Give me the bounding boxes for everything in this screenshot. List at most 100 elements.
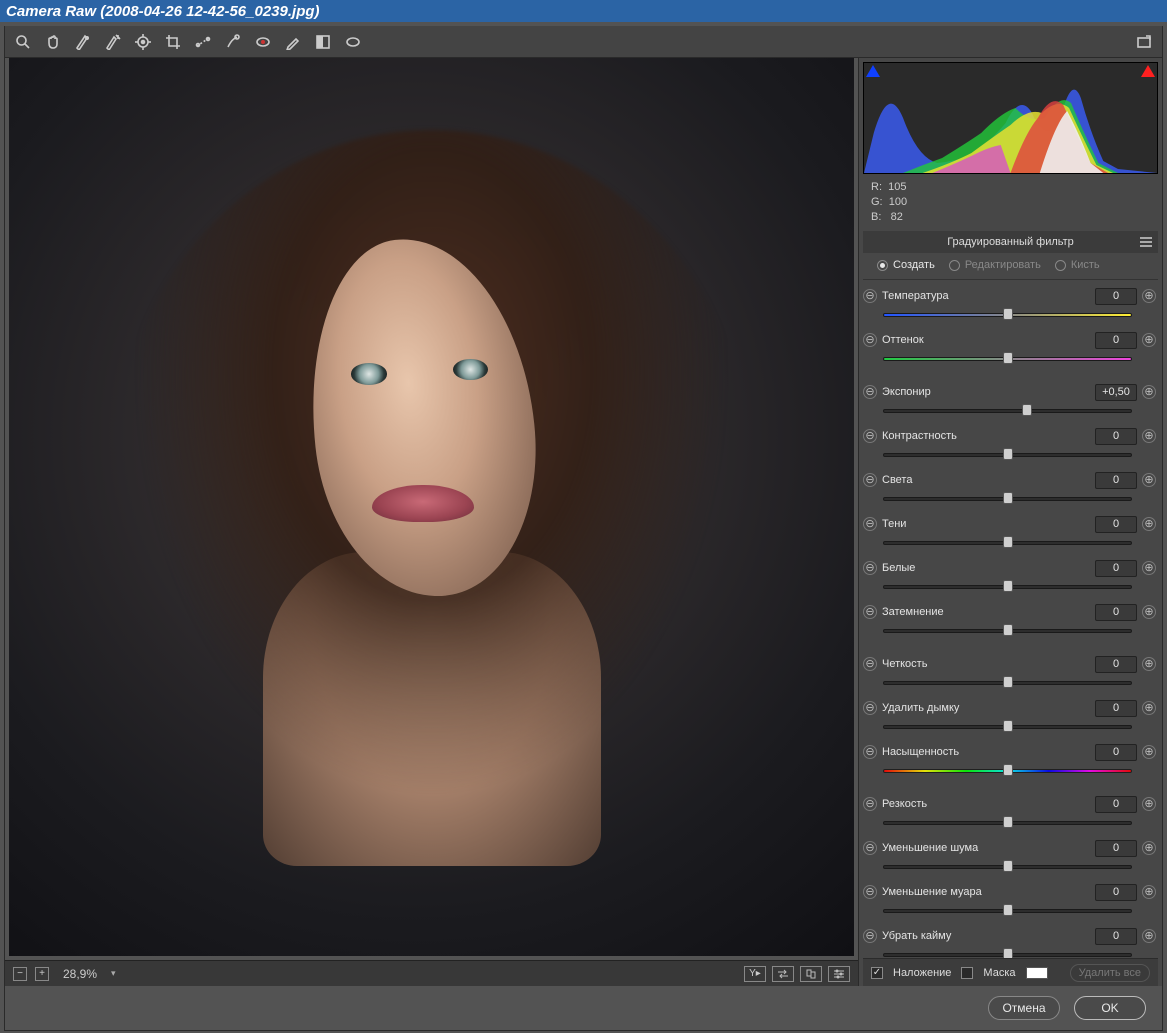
graduated-filter-tool-icon[interactable] xyxy=(313,32,333,52)
value-defringe[interactable]: 0 xyxy=(1095,928,1137,945)
spot-removal-tool-icon[interactable] xyxy=(223,32,243,52)
zoom-in-button[interactable]: + xyxy=(35,967,49,981)
preview-pane: − + 28,9% ▾ Y▸ xyxy=(5,58,859,986)
mode-edit[interactable]: Редактировать xyxy=(949,259,1041,271)
window-title: Camera Raw (2008-04-26 12-42-56_0239.jpg… xyxy=(6,3,320,20)
plus-dehaze[interactable]: ⊕ xyxy=(1142,701,1156,715)
track-tint[interactable] xyxy=(883,354,1132,364)
overlay-checkbox[interactable] xyxy=(871,967,883,979)
adjustment-brush-tool-icon[interactable] xyxy=(283,32,303,52)
minus-whites[interactable]: ⊖ xyxy=(863,561,877,575)
value-sharpness[interactable]: 0 xyxy=(1095,796,1137,813)
zoom-tool-icon[interactable] xyxy=(13,32,33,52)
track-moire[interactable] xyxy=(883,906,1132,916)
histogram[interactable] xyxy=(863,62,1158,174)
plus-exposure[interactable]: ⊕ xyxy=(1142,385,1156,399)
crop-tool-icon[interactable] xyxy=(163,32,183,52)
value-temperature[interactable]: 0 xyxy=(1095,288,1137,305)
hand-tool-icon[interactable] xyxy=(43,32,63,52)
mask-color-swatch[interactable] xyxy=(1026,967,1048,979)
panel-menu-icon[interactable] xyxy=(1140,237,1152,247)
plus-tint[interactable]: ⊕ xyxy=(1142,333,1156,347)
plus-highlights[interactable]: ⊕ xyxy=(1142,473,1156,487)
track-sharpness[interactable] xyxy=(883,818,1132,828)
minus-blacks[interactable]: ⊖ xyxy=(863,605,877,619)
value-highlights[interactable]: 0 xyxy=(1095,472,1137,489)
value-clarity[interactable]: 0 xyxy=(1095,656,1137,673)
zoom-dropdown-icon[interactable]: ▾ xyxy=(111,968,116,979)
track-defringe[interactable] xyxy=(883,950,1132,958)
mask-checkbox[interactable] xyxy=(961,967,973,979)
plus-defringe[interactable]: ⊕ xyxy=(1142,929,1156,943)
white-balance-tool-icon[interactable] xyxy=(73,32,93,52)
track-saturation[interactable] xyxy=(883,766,1132,776)
track-dehaze[interactable] xyxy=(883,722,1132,732)
minus-moire[interactable]: ⊖ xyxy=(863,885,877,899)
mode-brush[interactable]: Кисть xyxy=(1055,259,1100,271)
plus-shadows[interactable]: ⊕ xyxy=(1142,517,1156,531)
targeted-adjust-tool-icon[interactable] xyxy=(133,32,153,52)
plus-sharpness[interactable]: ⊕ xyxy=(1142,797,1156,811)
before-after-toggle[interactable]: Y▸ xyxy=(744,966,766,982)
zoom-level[interactable]: 28,9% xyxy=(57,965,103,983)
value-exposure[interactable]: +0,50 xyxy=(1095,384,1137,401)
ok-button[interactable]: OK xyxy=(1074,996,1146,1020)
plus-contrast[interactable]: ⊕ xyxy=(1142,429,1156,443)
redeye-tool-icon[interactable] xyxy=(253,32,273,52)
fullscreen-toggle-icon[interactable] xyxy=(1134,32,1154,52)
plus-whites[interactable]: ⊕ xyxy=(1142,561,1156,575)
label-clarity: Четкость xyxy=(882,658,994,670)
clear-all-button[interactable]: Удалить все xyxy=(1070,964,1150,982)
value-tint[interactable]: 0 xyxy=(1095,332,1137,349)
histogram-plot xyxy=(864,63,1157,173)
track-contrast[interactable] xyxy=(883,450,1132,460)
straighten-tool-icon[interactable] xyxy=(193,32,213,52)
plus-noise[interactable]: ⊕ xyxy=(1142,841,1156,855)
value-moire[interactable]: 0 xyxy=(1095,884,1137,901)
color-sampler-tool-icon[interactable] xyxy=(103,32,123,52)
track-shadows[interactable] xyxy=(883,538,1132,548)
value-whites[interactable]: 0 xyxy=(1095,560,1137,577)
track-noise[interactable] xyxy=(883,862,1132,872)
slider-blacks: ⊖Затемнение0⊕ xyxy=(863,598,1156,626)
view-options-button[interactable] xyxy=(828,966,850,982)
track-temperature[interactable] xyxy=(883,310,1132,320)
value-saturation[interactable]: 0 xyxy=(1095,744,1137,761)
plus-moire[interactable]: ⊕ xyxy=(1142,885,1156,899)
value-dehaze[interactable]: 0 xyxy=(1095,700,1137,717)
track-exposure[interactable] xyxy=(883,406,1132,416)
label-whites: Белые xyxy=(882,562,994,574)
plus-temperature[interactable]: ⊕ xyxy=(1142,289,1156,303)
track-blacks[interactable] xyxy=(883,626,1132,636)
minus-contrast[interactable]: ⊖ xyxy=(863,429,877,443)
plus-saturation[interactable]: ⊕ xyxy=(1142,745,1156,759)
minus-noise[interactable]: ⊖ xyxy=(863,841,877,855)
track-clarity[interactable] xyxy=(883,678,1132,688)
mode-create[interactable]: Создать xyxy=(877,259,935,271)
track-whites[interactable] xyxy=(883,582,1132,592)
value-contrast[interactable]: 0 xyxy=(1095,428,1137,445)
minus-clarity[interactable]: ⊖ xyxy=(863,657,877,671)
zoom-out-button[interactable]: − xyxy=(13,967,27,981)
minus-dehaze[interactable]: ⊖ xyxy=(863,701,877,715)
image-preview[interactable] xyxy=(9,58,854,956)
track-highlights[interactable] xyxy=(883,494,1132,504)
minus-exposure[interactable]: ⊖ xyxy=(863,385,877,399)
value-shadows[interactable]: 0 xyxy=(1095,516,1137,533)
minus-shadows[interactable]: ⊖ xyxy=(863,517,877,531)
swap-view-button[interactable] xyxy=(772,966,794,982)
minus-tint[interactable]: ⊖ xyxy=(863,333,877,347)
cancel-button[interactable]: Отмена xyxy=(988,996,1060,1020)
label-shadows: Тени xyxy=(882,518,994,530)
plus-clarity[interactable]: ⊕ xyxy=(1142,657,1156,671)
copy-settings-button[interactable] xyxy=(800,966,822,982)
plus-blacks[interactable]: ⊕ xyxy=(1142,605,1156,619)
radial-filter-tool-icon[interactable] xyxy=(343,32,363,52)
value-noise[interactable]: 0 xyxy=(1095,840,1137,857)
minus-saturation[interactable]: ⊖ xyxy=(863,745,877,759)
minus-defringe[interactable]: ⊖ xyxy=(863,929,877,943)
minus-temperature[interactable]: ⊖ xyxy=(863,289,877,303)
minus-sharpness[interactable]: ⊖ xyxy=(863,797,877,811)
value-blacks[interactable]: 0 xyxy=(1095,604,1137,621)
minus-highlights[interactable]: ⊖ xyxy=(863,473,877,487)
